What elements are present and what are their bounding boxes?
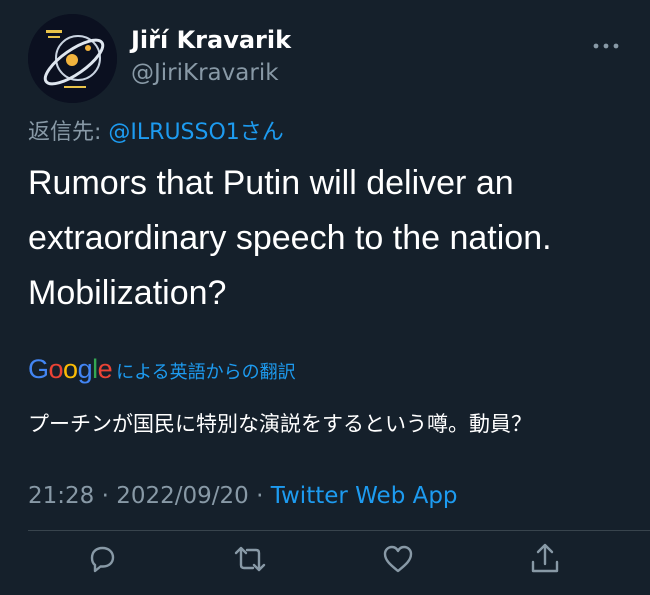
tweet-detail: Jiří Kravarik @JiriKravarik 返信先: @ILRUSS… — [0, 0, 650, 595]
tweet-time[interactable]: 21:28 — [28, 483, 94, 509]
reply-mention-link[interactable]: @ILRUSSO1 — [108, 120, 239, 145]
reply-button[interactable] — [84, 541, 120, 577]
translation-attribution[interactable]: Google による英語からの翻訳 — [28, 354, 296, 386]
like-button[interactable] — [380, 541, 416, 577]
more-options-icon[interactable] — [592, 36, 620, 49]
google-logo: Google — [28, 354, 113, 384]
meta-separator: · — [248, 483, 271, 509]
tweet-date[interactable]: 2022/09/20 — [116, 483, 249, 509]
tweet-text: Rumors that Putin will deliver an extrao… — [28, 164, 552, 312]
tweet-meta: 21:28 · 2022/09/20 · Twitter Web App — [28, 483, 458, 509]
avatar-image — [28, 14, 117, 103]
reply-icon — [90, 546, 115, 573]
display-name[interactable]: Jiří Kravarik — [131, 26, 291, 54]
tweet-source-link[interactable]: Twitter Web App — [271, 483, 458, 509]
user-handle[interactable]: @JiriKravarik — [131, 60, 279, 86]
share-icon — [531, 543, 559, 573]
retweet-icon — [234, 546, 266, 572]
like-icon — [383, 545, 413, 573]
share-button[interactable] — [527, 541, 563, 577]
divider — [28, 530, 650, 531]
retweet-button[interactable] — [232, 541, 268, 577]
translation-link[interactable]: による英語からの翻訳 — [116, 358, 295, 384]
reply-mention-suffix[interactable]: さん — [240, 120, 284, 145]
translated-text: プーチンが国民に特別な演説をするという噂。動員？ — [28, 412, 532, 436]
avatar[interactable] — [28, 14, 117, 103]
replying-to-label: 返信先: — [28, 120, 109, 145]
replying-to: 返信先: @ILRUSSO1さん — [28, 114, 284, 146]
meta-separator: · — [94, 483, 117, 509]
